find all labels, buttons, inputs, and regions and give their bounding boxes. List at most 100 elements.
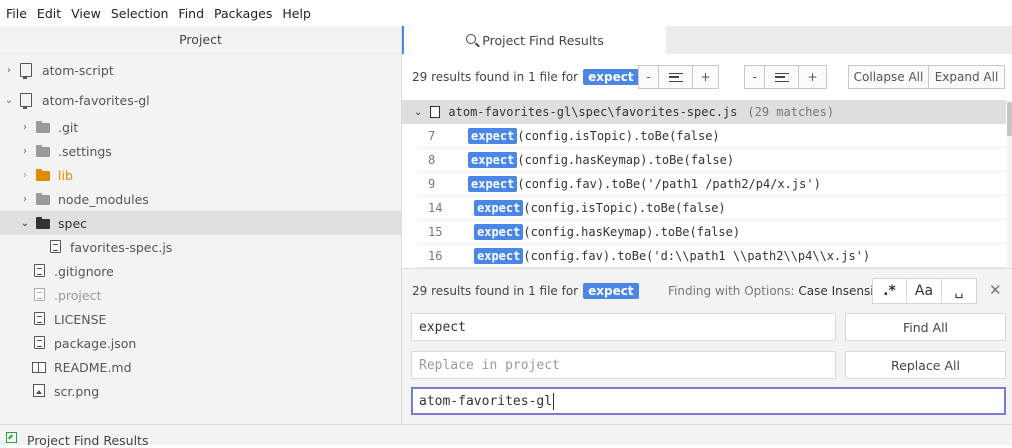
result-row[interactable]: 8 expect (config.hasKeymap).toBe(false)	[418, 148, 1006, 172]
tree-item-node-modules[interactable]: › node_modules	[0, 187, 401, 211]
chevron-right-icon[interactable]: ›	[20, 122, 30, 133]
tree-item-label: lib	[58, 167, 73, 183]
project-find-panel: 29 results found in 1 file for expect Fi…	[402, 268, 1012, 424]
tree-item-atom-favorites-gl[interactable]: ⌄ atom-favorites-gl	[0, 88, 401, 112]
decrease-context-after-button[interactable]: -	[744, 65, 765, 89]
replace-all-button[interactable]: Replace All	[845, 351, 1006, 379]
match-highlight: expect	[468, 175, 518, 192]
chevron-right-icon[interactable]: ›	[20, 146, 30, 157]
query-badge: expect	[583, 69, 639, 85]
repo-icon	[20, 93, 32, 109]
result-row[interactable]: 16 expect (config.fav).toBe('d:\\path1 \\…	[418, 244, 1006, 268]
context-lines-group-after: - +	[744, 65, 827, 89]
tree-item-label: .gitignore	[54, 263, 114, 279]
menu-bar: File Edit View Selection Find Packages H…	[0, 0, 1012, 26]
match-context: (config.hasKeymap).toBe(false)	[523, 224, 741, 239]
find-options-description: Finding with Options: Case Insensitive	[668, 284, 896, 298]
lines-icon	[668, 72, 683, 82]
result-file-header[interactable]: ⌄ atom-favorites-gl\spec\favorites-spec.…	[402, 100, 1006, 124]
menu-file[interactable]: File	[2, 6, 33, 21]
menu-find[interactable]: Find	[174, 6, 210, 21]
chevron-right-icon[interactable]: ›	[20, 194, 30, 205]
find-input[interactable]: expect	[411, 313, 836, 341]
status-bar: Project Find Results	[0, 424, 1012, 448]
match-highlight: expect	[468, 151, 518, 168]
line-number: 14	[428, 200, 443, 215]
menu-help[interactable]: Help	[278, 6, 317, 21]
folder-icon	[36, 121, 50, 133]
tree-item-package-json[interactable]: package.json	[0, 331, 401, 355]
line-number: 15	[428, 224, 443, 239]
increase-context-before-button[interactable]: +	[693, 65, 719, 89]
results-scrollbar[interactable]	[1007, 100, 1012, 268]
menu-view[interactable]: View	[67, 6, 107, 21]
menu-packages[interactable]: Packages	[210, 6, 278, 21]
tree-item-readme[interactable]: README.md	[0, 355, 401, 379]
tree-item-project[interactable]: .project	[0, 283, 401, 307]
tree-item-lib[interactable]: › lib	[0, 163, 401, 187]
context-lines-before-button[interactable]	[659, 65, 693, 89]
tab-project-find-results[interactable]: Project Find Results	[402, 26, 666, 54]
tree-item-settings[interactable]: › .settings	[0, 139, 401, 163]
tree-item-label: .git	[58, 119, 79, 135]
tree-item-license[interactable]: LICENSE	[0, 307, 401, 331]
file-icon	[34, 264, 45, 277]
tree-item-label: README.md	[54, 359, 132, 375]
tree-item-git[interactable]: › .git	[0, 115, 401, 139]
book-icon	[32, 362, 46, 373]
case-sensitive-toggle-button[interactable]: Aa	[907, 278, 942, 304]
increase-context-after-button[interactable]: +	[799, 65, 827, 89]
lines-icon	[774, 72, 789, 82]
chevron-right-icon[interactable]: ›	[20, 170, 30, 181]
tree-item-spec[interactable]: ⌄ spec	[0, 211, 401, 235]
chevron-down-icon[interactable]: ⌄	[20, 218, 30, 229]
context-lines-group-before: - +	[638, 65, 719, 89]
find-option-buttons: .* Aa ␣	[872, 278, 977, 304]
collapse-all-button[interactable]: Collapse All	[848, 65, 929, 89]
find-panel-header: 29 results found in 1 file for expect Fi…	[402, 277, 1012, 305]
repo-icon	[20, 63, 32, 79]
match-context: (config.fav).toBe('/path1 /path2/p4/x.js…	[517, 176, 821, 191]
result-row[interactable]: 7 expect (config.isTopic).toBe(false)	[418, 124, 1006, 148]
replace-input[interactable]: Replace in project	[411, 351, 836, 379]
close-icon[interactable]: ✕	[989, 281, 1002, 299]
tree-item-favorites-spec[interactable]: favorites-spec.js	[0, 235, 401, 259]
status-label[interactable]: Project Find Results	[27, 433, 148, 448]
tree-item-gitignore[interactable]: .gitignore	[0, 259, 401, 283]
tree-item-label: .project	[54, 287, 102, 303]
results-summary-text: 29 results found in 1 file for	[412, 70, 579, 84]
tree-item-label: spec	[58, 215, 88, 231]
tree-item-label: package.json	[54, 335, 137, 351]
expand-all-button[interactable]: Expand All	[929, 65, 1005, 89]
match-context: (config.hasKeymap).toBe(false)	[517, 152, 735, 167]
file-icon	[34, 288, 45, 301]
whole-word-toggle-button[interactable]: ␣	[942, 278, 977, 304]
result-row[interactable]: 9 expect (config.fav).toBe('/path1 /path2…	[418, 172, 1006, 196]
menu-selection[interactable]: Selection	[107, 6, 175, 21]
tree-item-label: .settings	[58, 143, 112, 159]
match-context: (config.fav).toBe('d:\\path1 \\path2\\p4…	[523, 248, 871, 263]
match-highlight: expect	[474, 223, 524, 240]
tree-view-tab[interactable]: Project	[0, 26, 401, 54]
menu-edit[interactable]: Edit	[33, 6, 67, 21]
find-all-button[interactable]: Find All	[845, 313, 1006, 341]
regex-toggle-button[interactable]: .*	[872, 278, 907, 304]
file-icon	[430, 106, 441, 118]
tree-item-scr-png[interactable]: scr.png	[0, 379, 401, 403]
image-icon	[33, 384, 45, 397]
line-number: 8	[428, 152, 436, 167]
result-row[interactable]: 15 expect (config.hasKeymap).toBe(false)	[418, 220, 1006, 244]
chevron-right-icon[interactable]: ›	[4, 65, 14, 76]
tree-item-label: scr.png	[54, 383, 100, 399]
context-lines-after-button[interactable]	[765, 65, 799, 89]
chevron-down-icon[interactable]: ⌄	[4, 95, 14, 106]
tree-item-atom-script[interactable]: › atom-script	[0, 58, 401, 82]
find-results-pane: Project Find Results 29 results found in…	[402, 26, 1012, 268]
result-row[interactable]: 14 expect (config.isTopic).toBe(false)	[418, 196, 1006, 220]
chevron-down-icon[interactable]: ⌄	[414, 107, 422, 118]
tree-item-label: favorites-spec.js	[70, 239, 173, 255]
decrease-context-before-button[interactable]: -	[638, 65, 659, 89]
results-header: 29 results found in 1 file for expect - …	[402, 54, 1012, 100]
scrollbar-thumb[interactable]	[1007, 102, 1012, 136]
paths-input[interactable]: atom-favorites-gl	[411, 387, 1006, 415]
